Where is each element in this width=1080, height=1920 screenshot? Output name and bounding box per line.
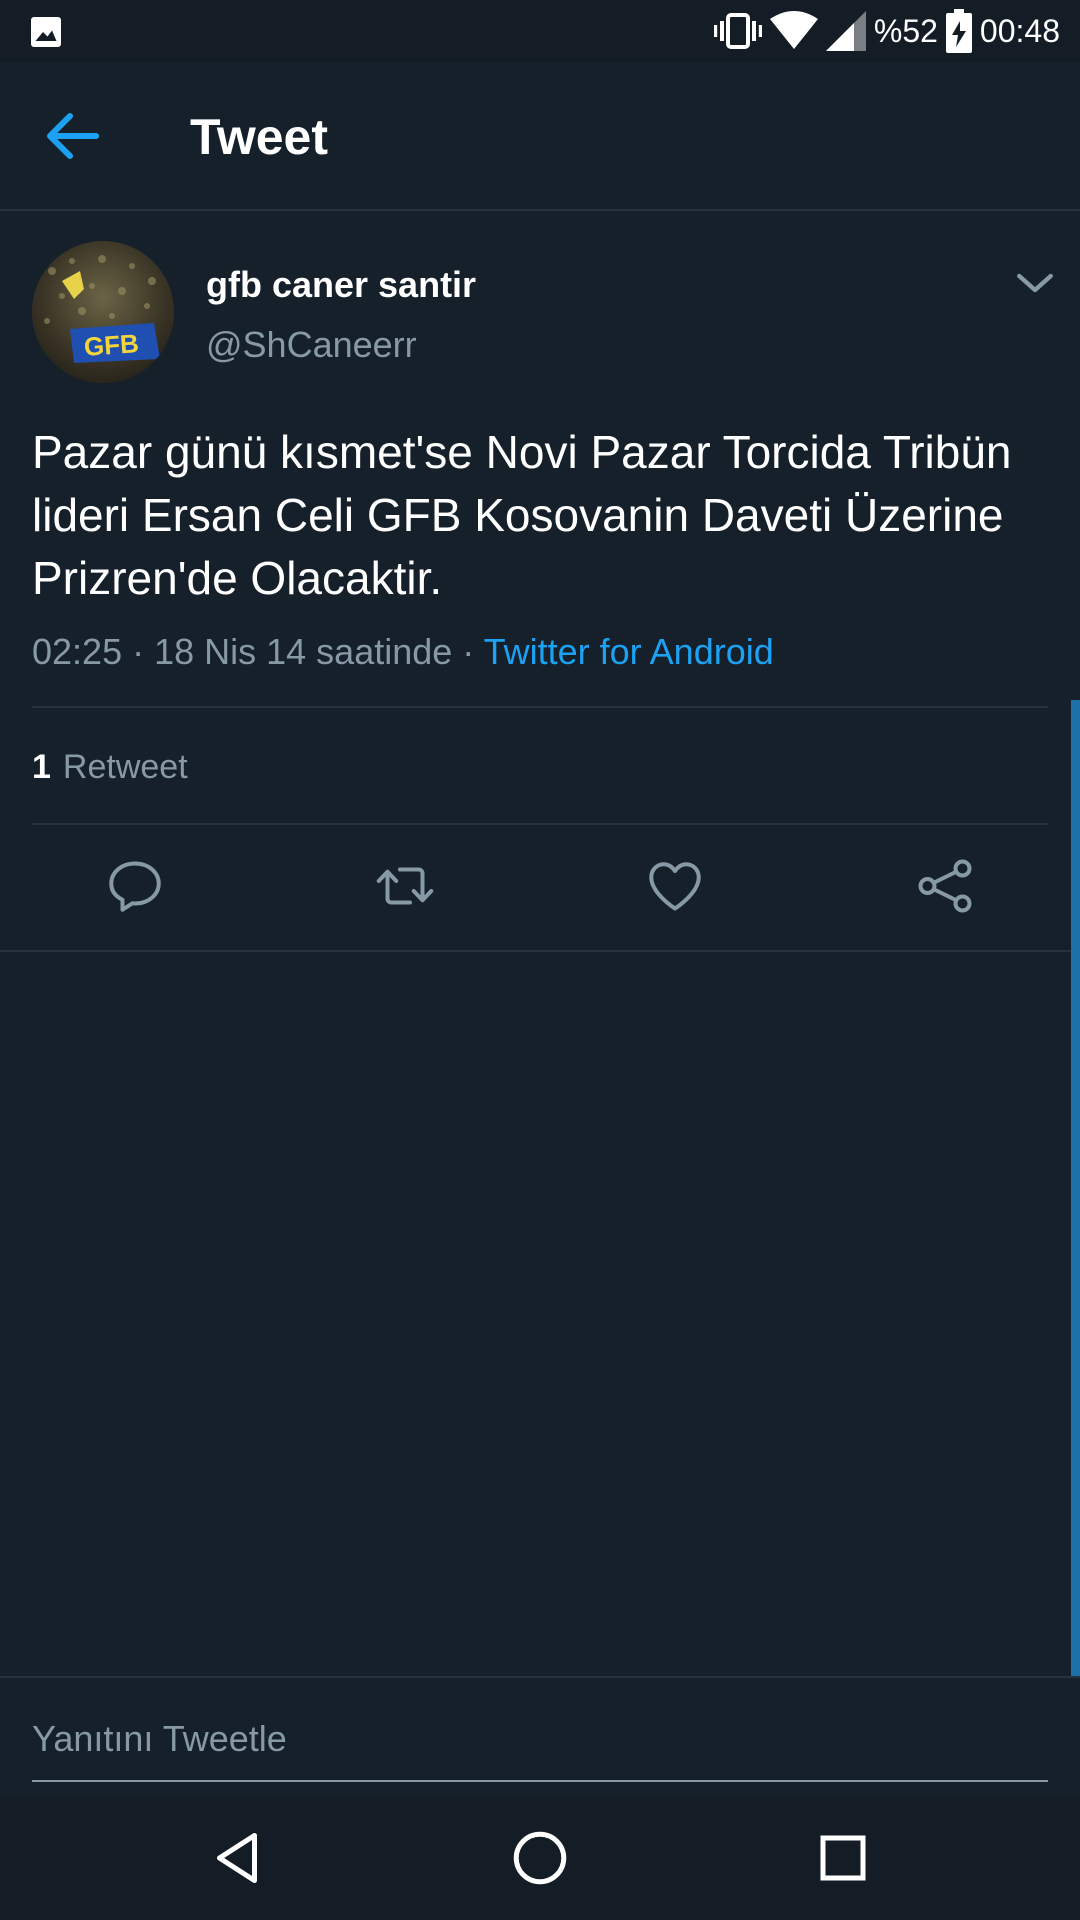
author-handle[interactable]: @ShCaneerr xyxy=(206,324,417,366)
reply-bar: Yanıtını Tweetle xyxy=(0,1676,1080,1796)
retweet-stats[interactable]: 1 Retweet xyxy=(32,748,188,787)
battery-percent: %52 xyxy=(873,12,938,49)
tweet-text: Pazar günü kısmet'se Novi Pazar Torcida … xyxy=(32,426,1012,604)
tweet-meta: 02:25 · 18 Nis 14 saatinde · Twitter for… xyxy=(32,631,774,673)
nav-back-icon[interactable] xyxy=(207,1828,267,1888)
avatar-banner-text: GFB xyxy=(83,328,140,362)
heart-icon[interactable] xyxy=(645,856,705,916)
status-bar: %52 00:48 xyxy=(0,0,1080,62)
retweet-icon[interactable] xyxy=(375,856,435,916)
reply-input[interactable]: Yanıtını Tweetle xyxy=(32,1718,287,1760)
image-notification-icon xyxy=(31,17,61,47)
chevron-down-icon[interactable] xyxy=(1014,265,1056,301)
battery-charging-icon xyxy=(945,9,972,53)
nav-recents-icon[interactable] xyxy=(813,1828,873,1888)
top-app-bar: Tweet xyxy=(0,62,1080,211)
divider xyxy=(32,706,1048,708)
retweet-label: Retweet xyxy=(62,748,188,786)
vibrate-icon xyxy=(713,13,762,49)
wifi-icon xyxy=(769,11,818,49)
signal-icon xyxy=(825,11,866,51)
tweet-actions xyxy=(0,830,1080,950)
clock: 00:48 xyxy=(979,12,1060,49)
divider xyxy=(32,823,1048,825)
avatar[interactable]: GFB xyxy=(32,241,174,383)
retweet-count: 1 xyxy=(32,748,51,786)
tweet-timestamp: 02:25 · 18 Nis 14 saatinde · xyxy=(32,631,484,672)
nav-home-icon[interactable] xyxy=(510,1828,570,1888)
scrollbar[interactable] xyxy=(1071,700,1080,1676)
reply-icon[interactable] xyxy=(105,856,165,916)
reply-input-underline xyxy=(32,1780,1048,1782)
back-arrow-icon[interactable] xyxy=(44,110,100,162)
system-nav-bar xyxy=(0,1796,1080,1920)
share-icon[interactable] xyxy=(915,856,975,916)
divider xyxy=(0,950,1080,952)
tweet-source-link[interactable]: Twitter for Android xyxy=(484,631,774,672)
author-name[interactable]: gfb caner santir xyxy=(206,264,476,306)
page-title: Tweet xyxy=(190,109,328,165)
